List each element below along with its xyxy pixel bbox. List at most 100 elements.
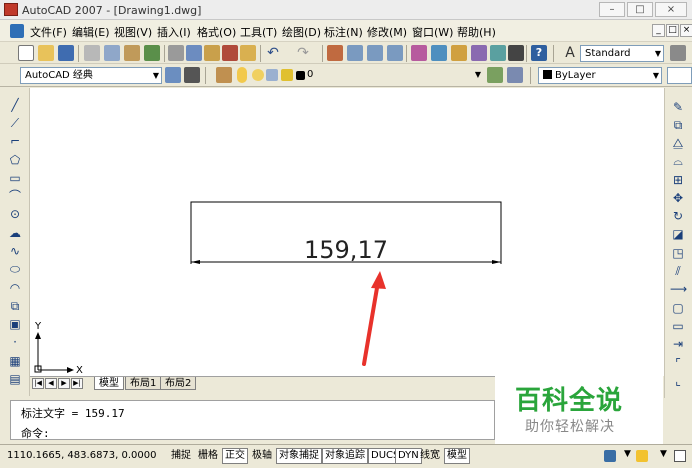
- dimension-text[interactable]: 159,17: [304, 236, 388, 264]
- command-prompt[interactable]: 命令:: [21, 425, 50, 441]
- lock-toolbars-icon[interactable]: [636, 450, 648, 462]
- communication-center-icon[interactable]: [604, 450, 616, 462]
- menu-draw[interactable]: 绘图(D): [282, 24, 321, 40]
- menu-view[interactable]: 视图(V): [114, 24, 152, 40]
- chevron-down-icon[interactable]: ▼: [624, 449, 631, 459]
- close-button[interactable]: ×: [655, 2, 687, 17]
- calculator-icon[interactable]: [508, 45, 524, 61]
- layer-on-bulb-icon[interactable]: [237, 67, 247, 83]
- publish-icon[interactable]: [124, 45, 140, 61]
- menu-help[interactable]: 帮助(H): [457, 24, 496, 40]
- workspace-dropdown[interactable]: AutoCAD 经典 ▼: [20, 67, 162, 84]
- tab-layout1[interactable]: 布局1: [125, 377, 162, 390]
- properties-icon[interactable]: [411, 45, 427, 61]
- polyline-icon[interactable]: ⌐: [7, 134, 23, 148]
- rotate-icon[interactable]: ↻: [670, 209, 686, 223]
- last-tab-button[interactable]: ▶|: [71, 378, 83, 389]
- ellipse-icon[interactable]: ⬭: [7, 262, 23, 276]
- menu-edit[interactable]: 编辑(E): [72, 24, 110, 40]
- maximize-button[interactable]: □: [627, 2, 653, 17]
- scale-icon[interactable]: ◪: [670, 227, 686, 241]
- menu-format[interactable]: 格式(O): [197, 24, 236, 40]
- redo-icon[interactable]: ↷: [295, 45, 311, 61]
- drawing-document-icon[interactable]: [10, 24, 24, 38]
- pan-icon[interactable]: [327, 45, 343, 61]
- color-control-dropdown[interactable]: ByLayer ▼: [538, 67, 662, 84]
- new-file-icon[interactable]: [18, 45, 34, 61]
- lineweight-toggle[interactable]: 线宽: [417, 448, 443, 464]
- linetype-control-dropdown[interactable]: [667, 67, 692, 84]
- block-editor-icon[interactable]: [240, 45, 256, 61]
- line-icon[interactable]: ╱: [7, 98, 23, 112]
- sheet-set-icon[interactable]: [471, 45, 487, 61]
- menu-file[interactable]: 文件(F): [30, 24, 67, 40]
- offset-icon[interactable]: ⌓: [670, 154, 686, 168]
- open-folder-icon[interactable]: [38, 45, 54, 61]
- arc-icon[interactable]: ⌒: [7, 189, 23, 203]
- copy-icon[interactable]: [186, 45, 202, 61]
- layer-manager-icon[interactable]: [216, 67, 232, 83]
- hatch-icon[interactable]: ▦: [7, 354, 23, 368]
- doc-restore-button[interactable]: □: [666, 24, 679, 37]
- tab-model[interactable]: 模型: [94, 377, 124, 390]
- coordinate-display[interactable]: 1110.1665, 483.6873, 0.0000: [4, 448, 164, 464]
- doc-close-button[interactable]: ×: [680, 24, 692, 37]
- array-icon[interactable]: ⊞: [670, 173, 686, 187]
- trim-icon[interactable]: ⫽: [670, 264, 686, 278]
- rectangle-icon[interactable]: ▭: [7, 171, 23, 185]
- polygon-icon[interactable]: ⬠: [7, 153, 23, 167]
- join-icon[interactable]: ⇥: [670, 337, 686, 351]
- save-icon[interactable]: [58, 45, 74, 61]
- layer-dropdown[interactable]: 0 ▼: [303, 67, 483, 84]
- minimize-button[interactable]: –: [599, 2, 625, 17]
- object-track-toggle[interactable]: 对象追踪: [322, 448, 368, 464]
- tab-layout2[interactable]: 布局2: [160, 377, 197, 390]
- prev-tab-button[interactable]: ◀: [45, 378, 57, 389]
- first-tab-button[interactable]: |◀: [32, 378, 44, 389]
- undo-icon[interactable]: ↶: [265, 45, 281, 61]
- doc-minimize-button[interactable]: _: [652, 24, 665, 37]
- polar-toggle[interactable]: 极轴: [249, 448, 275, 464]
- next-tab-button[interactable]: ▶: [58, 378, 70, 389]
- copy-object-icon[interactable]: ⧉: [670, 118, 686, 132]
- tool-palettes-icon[interactable]: [451, 45, 467, 61]
- erase-icon[interactable]: ✎: [670, 100, 686, 114]
- stretch-icon[interactable]: ◳: [670, 246, 686, 260]
- paste-icon[interactable]: [204, 45, 220, 61]
- move-icon[interactable]: ✥: [670, 191, 686, 205]
- drawing-canvas[interactable]: 159,17 Y X: [30, 88, 664, 376]
- construction-line-icon[interactable]: ⟋: [7, 116, 23, 130]
- revision-cloud-icon[interactable]: ☁: [7, 226, 23, 240]
- make-object-layer-current-icon[interactable]: [487, 67, 503, 83]
- menu-insert[interactable]: 插入(I): [157, 24, 191, 40]
- mirror-icon[interactable]: ⧋: [670, 136, 686, 150]
- break-at-point-icon[interactable]: ▢: [670, 301, 686, 315]
- object-snap-toggle[interactable]: 对象捕捉: [276, 448, 322, 464]
- chevron-down-icon[interactable]: ▼: [660, 449, 667, 459]
- menu-window[interactable]: 窗口(W): [412, 24, 453, 40]
- layer-previous-icon[interactable]: [507, 67, 523, 83]
- text-style-icon[interactable]: A: [562, 45, 578, 61]
- ortho-toggle[interactable]: 正交: [222, 448, 248, 464]
- spline-icon[interactable]: ∿: [7, 244, 23, 258]
- autocad-app-icon[interactable]: [4, 3, 18, 16]
- insert-block-icon[interactable]: ⧉: [7, 299, 23, 313]
- layer-thaw-sun-icon[interactable]: [252, 69, 264, 81]
- layer-viewport-icon[interactable]: [266, 69, 278, 81]
- make-block-icon[interactable]: ▣: [7, 317, 23, 331]
- save-workspace-icon[interactable]: [184, 67, 200, 83]
- zoom-realtime-icon[interactable]: [347, 45, 363, 61]
- plot-preview-icon[interactable]: [104, 45, 120, 61]
- point-icon[interactable]: ·: [7, 335, 23, 349]
- menu-tools[interactable]: 工具(T): [240, 24, 277, 40]
- text-style-dropdown[interactable]: Standard ▼: [580, 45, 664, 62]
- menu-dimension[interactable]: 标注(N): [324, 24, 363, 40]
- clean-screen-icon[interactable]: [674, 450, 686, 462]
- ellipse-arc-icon[interactable]: ◠: [7, 281, 23, 295]
- workspace-settings-icon[interactable]: [165, 67, 181, 83]
- gradient-icon[interactable]: ▤: [7, 372, 23, 386]
- grid-toggle[interactable]: 栅格: [195, 448, 221, 464]
- fillet-icon[interactable]: ⌞: [670, 374, 686, 388]
- circle-icon[interactable]: ⊙: [7, 207, 23, 221]
- zoom-window-icon[interactable]: [367, 45, 383, 61]
